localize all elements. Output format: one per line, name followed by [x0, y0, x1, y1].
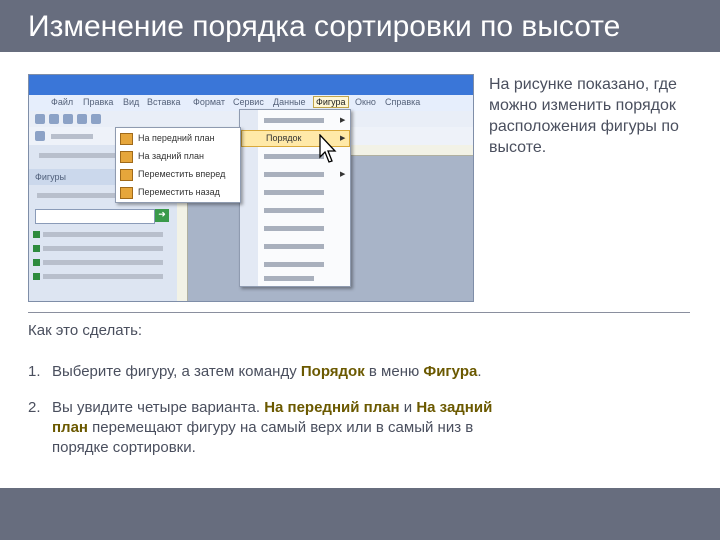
shape-menu-item[interactable] — [264, 154, 324, 159]
submenu-arrow-icon: ▶ — [340, 117, 346, 124]
shape-menu-item[interactable] — [264, 244, 324, 249]
order-submenu: На передний план На задний план Перемест… — [115, 127, 241, 203]
title-bar: Изменение порядка сортировки по высоте — [0, 0, 720, 52]
open-icon[interactable] — [49, 114, 59, 124]
submenu-label: На передний план — [138, 133, 215, 143]
shape-menu-item[interactable] — [264, 172, 324, 177]
stencil-row[interactable] — [43, 232, 163, 237]
shape-menu-item[interactable] — [264, 190, 324, 195]
app-screenshot: Файл Правка Вид Вставка Формат Сервис Да… — [28, 74, 474, 302]
shape-menu-item[interactable] — [264, 208, 324, 213]
submenu-arrow-icon: ▶ — [340, 135, 346, 142]
shape-menu-item[interactable] — [264, 276, 314, 281]
side-description: На рисунке показано, где можно изменить … — [489, 76, 679, 156]
send-back-icon — [120, 151, 133, 163]
stencil-combo[interactable] — [35, 209, 155, 224]
shape-menu-item[interactable] — [264, 118, 324, 123]
shape-menu-item[interactable] — [264, 226, 324, 231]
stencil-row[interactable] — [43, 260, 163, 265]
step-text: Вы увидите четыре варианта. На передний … — [52, 399, 493, 456]
menu-view[interactable]: Вид — [123, 97, 139, 107]
step-number: 1. — [28, 363, 41, 380]
menu-file[interactable]: Файл — [51, 97, 73, 107]
menu-shape[interactable]: Фигура — [313, 96, 349, 108]
mouse-cursor-icon — [319, 134, 337, 163]
bring-front-icon — [120, 133, 133, 145]
stencil-icon — [33, 273, 40, 280]
new-icon[interactable] — [35, 114, 45, 124]
bring-forward-icon — [120, 169, 133, 181]
step-number: 2. — [28, 399, 41, 416]
menu-format[interactable]: Формат — [193, 97, 225, 107]
submenu-label: Переместить назад — [138, 187, 220, 197]
print-icon[interactable] — [77, 114, 87, 124]
footer-bar — [0, 488, 720, 540]
submenu-bring-to-front[interactable]: На передний план — [116, 130, 240, 147]
submenu-arrow-icon: ▶ — [340, 171, 346, 178]
step-text: Выберите фигуру, а затем команду Порядок… — [52, 363, 482, 380]
save-icon[interactable] — [63, 114, 73, 124]
submenu-bring-forward[interactable]: Переместить вперед — [116, 166, 240, 183]
menu-edit[interactable]: Правка — [83, 97, 113, 107]
order-label: Порядок — [266, 133, 302, 143]
stencil-icon — [33, 245, 40, 252]
font-box[interactable] — [51, 134, 93, 139]
menu-insert[interactable]: Вставка — [147, 97, 180, 107]
submenu-send-backward[interactable]: Переместить назад — [116, 184, 240, 201]
stencil-icon — [33, 231, 40, 238]
howto-heading: Как это сделать: — [28, 322, 143, 339]
submenu-label: На задний план — [138, 151, 205, 161]
preview-icon[interactable] — [91, 114, 101, 124]
combo-arrow-icon[interactable]: ➜ — [155, 209, 169, 222]
stencil-row[interactable] — [43, 274, 163, 279]
menu-tools[interactable]: Сервис — [233, 97, 264, 107]
send-backward-icon — [120, 187, 133, 199]
divider — [28, 312, 690, 313]
submenu-send-to-back[interactable]: На задний план — [116, 148, 240, 165]
menu-data[interactable]: Данные — [273, 97, 306, 107]
slide-title: Изменение порядка сортировки по высоте — [28, 10, 621, 43]
menu-window[interactable]: Окно — [355, 97, 376, 107]
font-icon[interactable] — [35, 131, 45, 141]
window-titlebar — [29, 75, 473, 95]
menu-help[interactable]: Справка — [385, 97, 420, 107]
submenu-label: Переместить вперед — [138, 169, 226, 179]
shape-menu-item[interactable] — [264, 262, 324, 267]
stencil-icon — [33, 259, 40, 266]
stencil-row[interactable] — [43, 246, 163, 251]
shapes-panel-label: Фигуры — [35, 172, 67, 182]
panel-row — [37, 193, 117, 198]
